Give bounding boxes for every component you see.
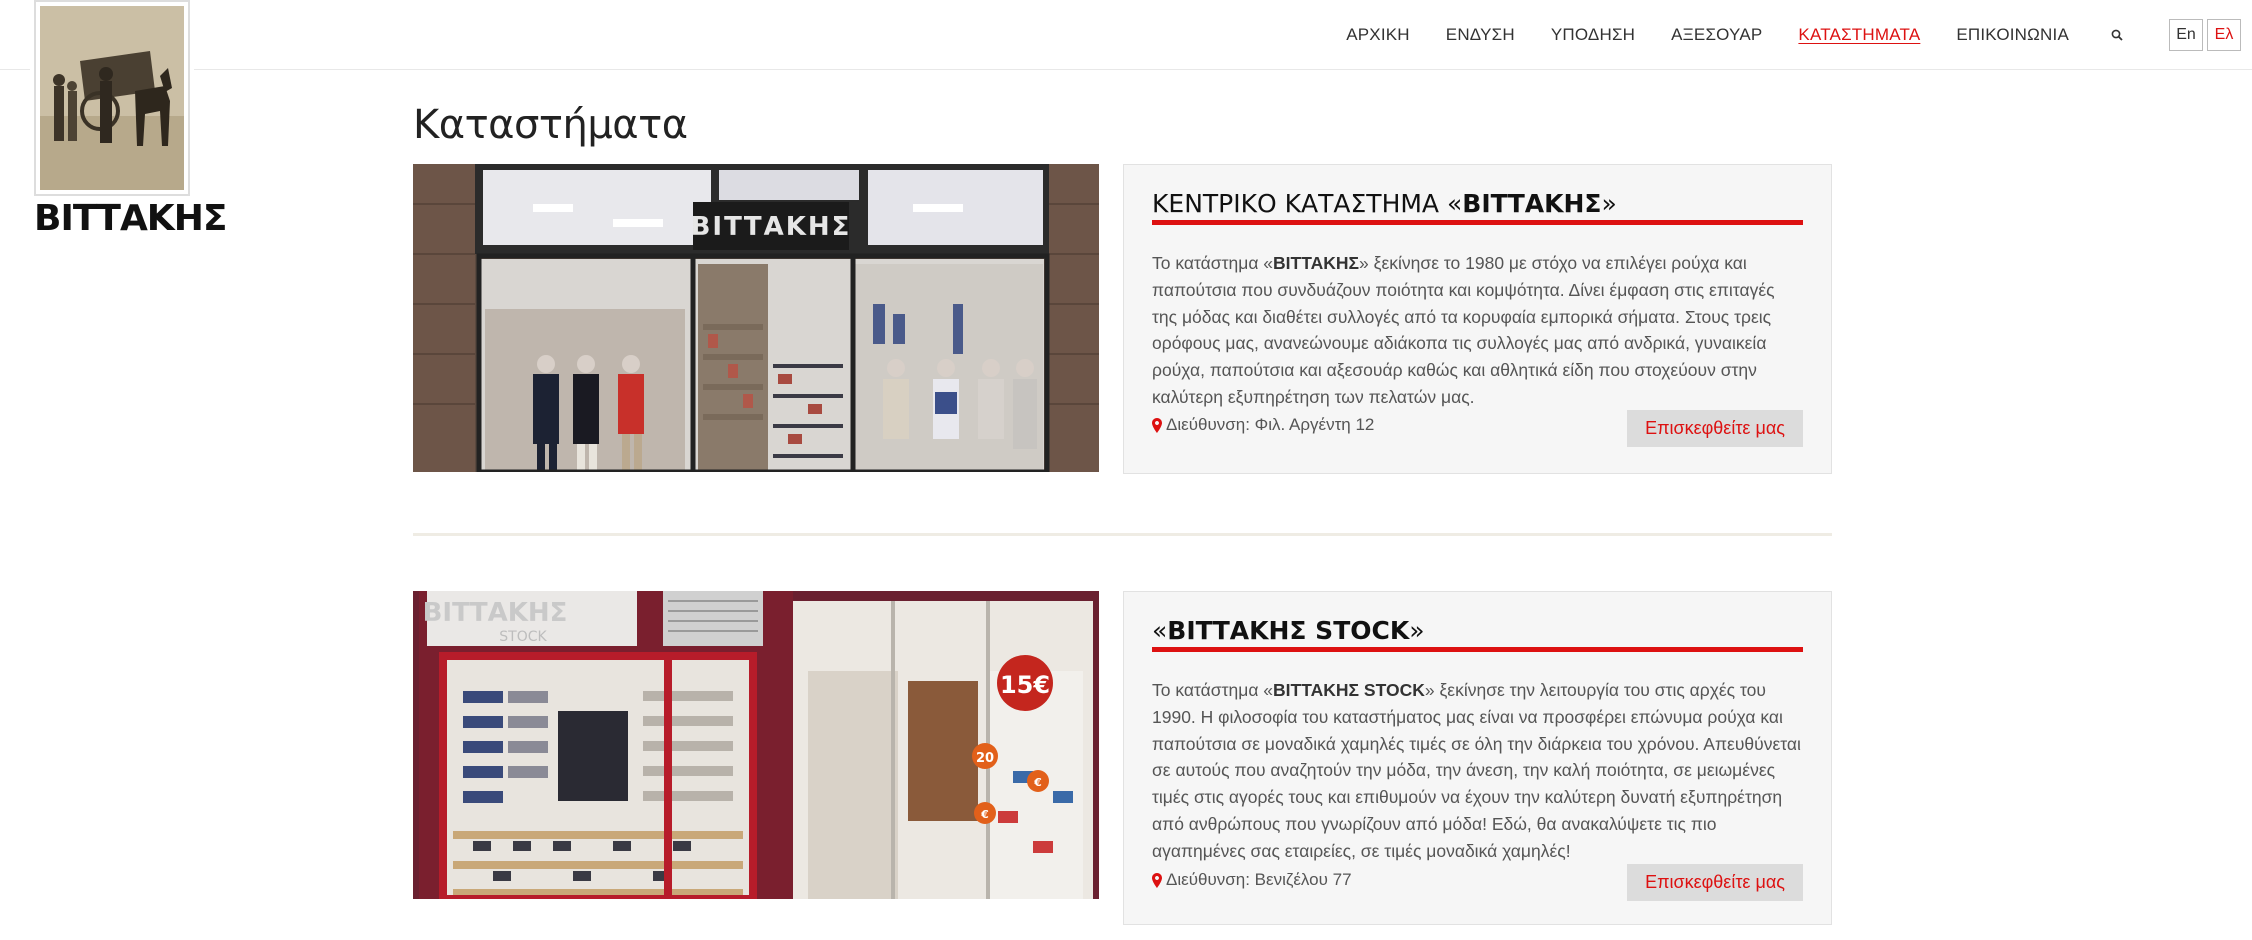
nav-item-accessories[interactable]: ΑΞΕΣΟΥΑΡ: [1671, 25, 1762, 45]
visit-store-button[interactable]: Επισκεφθείτε μας: [1627, 864, 1803, 901]
store-section-stock: ΒΙΤΤΑΚΗΣ STOCK 15€ 20 € € «ΒΙΤΤΑΚΗΣ STOC…: [413, 591, 1832, 925]
store-sign-text-2: ΒΙΤΤΑΚΗΣ: [423, 598, 568, 628]
price-badge-small-2: €: [1033, 776, 1042, 789]
desc-bold: ΒΙΤΤΑΚΗΣ: [1273, 253, 1360, 273]
nav-item-contact[interactable]: ΕΠΙΚΟΙΝΩΝΙΑ: [1956, 25, 2069, 45]
vintage-photo-logo-icon: [34, 0, 190, 196]
language-switcher: En Ελ: [2165, 19, 2241, 51]
store-name-suffix: »: [1409, 616, 1425, 645]
store-name: ΚΕΝΤΡΙΚΟ ΚΑΤΑΣΤΗΜΑ «ΒΙΤΤΑΚΗΣ»: [1152, 189, 1617, 218]
nav-item-stores[interactable]: ΚΑΤΑΣΤΗΜΑΤΑ: [1798, 25, 1920, 45]
site-logo[interactable]: ΒΙΤΤΑΚΗΣ: [30, 0, 227, 240]
page-title: Καταστήματα: [413, 102, 688, 148]
desc-prefix: Το κατάστημα «: [1152, 680, 1274, 700]
store-card-main: ΚΕΝΤΡΙΚΟ ΚΑΤΑΣΤΗΜΑ «ΒΙΤΤΑΚΗΣ» Το κατάστη…: [1123, 164, 1832, 474]
map-pin-icon: [1152, 417, 1162, 433]
store-photo-stock: ΒΙΤΤΑΚΗΣ STOCK 15€ 20 € €: [413, 591, 1099, 899]
store-address: Διεύθυνση: Βενιζέλου 77: [1152, 870, 1352, 890]
store-section-main: ΒΙΤΤΑΚΗΣ ΚΕΝΤΡΙΚΟ ΚΑΤΑΣΤΗΜΑ «ΒΙΤΤΑΚΗΣ» Τ…: [413, 164, 1832, 474]
map-pin-icon: [1152, 872, 1162, 888]
desc-rest: » ξεκίνησε την λειτουργία του στις αρχές…: [1152, 680, 1801, 861]
price-badge-small-1: 20: [976, 751, 994, 766]
store-photo-main: ΒΙΤΤΑΚΗΣ: [413, 164, 1099, 472]
store-description: Το κατάστημα «ΒΙΤΤΑΚΗΣ STOCK» ξεκίνησε τ…: [1152, 677, 1803, 865]
lang-el-button[interactable]: Ελ: [2207, 19, 2241, 51]
nav-item-home[interactable]: ΑΡΧΙΚΗ: [1346, 25, 1410, 45]
desc-rest: » ξεκίνησε το 1980 με στόχο να επιλέγει …: [1152, 253, 1775, 407]
store-address-text: Διεύθυνση: Βενιζέλου 77: [1166, 870, 1352, 889]
lang-en-button[interactable]: En: [2169, 19, 2203, 51]
store-name-prefix: ΚΕΝΤΡΙΚΟ ΚΑΤΑΣΤΗΜΑ «: [1152, 189, 1463, 218]
visit-store-button[interactable]: Επισκεφθείτε μας: [1627, 410, 1803, 447]
section-divider: [413, 533, 1832, 536]
desc-prefix: Το κατάστημα «: [1152, 253, 1274, 273]
store-name-suffix: »: [1601, 189, 1617, 218]
price-badge-text: 15€: [1000, 671, 1050, 699]
store-name-bold: ΒΙΤΤΑΚΗΣ: [1462, 189, 1602, 218]
store-sign-sub: STOCK: [499, 629, 547, 645]
store-card-stock: «ΒΙΤΤΑΚΗΣ STOCK» Το κατάστημα «ΒΙΤΤΑΚΗΣ …: [1123, 591, 1832, 925]
store-address: Διεύθυνση: Φιλ. Αργέντη 12: [1152, 415, 1374, 435]
logo-text: ΒΙΤΤΑΚΗΣ: [34, 198, 227, 239]
store-name: «ΒΙΤΤΑΚΗΣ STOCK»: [1152, 616, 1425, 645]
store-description: Το κατάστημα «ΒΙΤΤΑΚΗΣ» ξεκίνησε το 1980…: [1152, 250, 1803, 411]
title-underline: [1152, 647, 1803, 652]
site-header: ΑΡΧΙΚΗ ΕΝΔΥΣΗ ΥΠΟΔΗΣΗ ΑΞΕΣΟΥΑΡ ΚΑΤΑΣΤΗΜΑ…: [0, 0, 2252, 70]
store-name-prefix: «: [1152, 616, 1168, 645]
search-icon[interactable]: [2105, 23, 2129, 47]
main-nav: ΑΡΧΙΚΗ ΕΝΔΥΣΗ ΥΠΟΔΗΣΗ ΑΞΕΣΟΥΑΡ ΚΑΤΑΣΤΗΜΑ…: [1346, 0, 2252, 70]
desc-bold: ΒΙΤΤΑΚΗΣ STOCK: [1273, 680, 1425, 700]
store-address-text: Διεύθυνση: Φιλ. Αργέντη 12: [1166, 415, 1375, 434]
nav-item-clothing[interactable]: ΕΝΔΥΣΗ: [1446, 25, 1515, 45]
store-sign-text: ΒΙΤΤΑΚΗΣ: [691, 212, 852, 242]
store-name-bold: ΒΙΤΤΑΚΗΣ STOCK: [1167, 616, 1410, 645]
nav-item-shoes[interactable]: ΥΠΟΔΗΣΗ: [1551, 25, 1635, 45]
title-underline: [1152, 220, 1803, 225]
price-badge-small-3: €: [980, 808, 989, 821]
